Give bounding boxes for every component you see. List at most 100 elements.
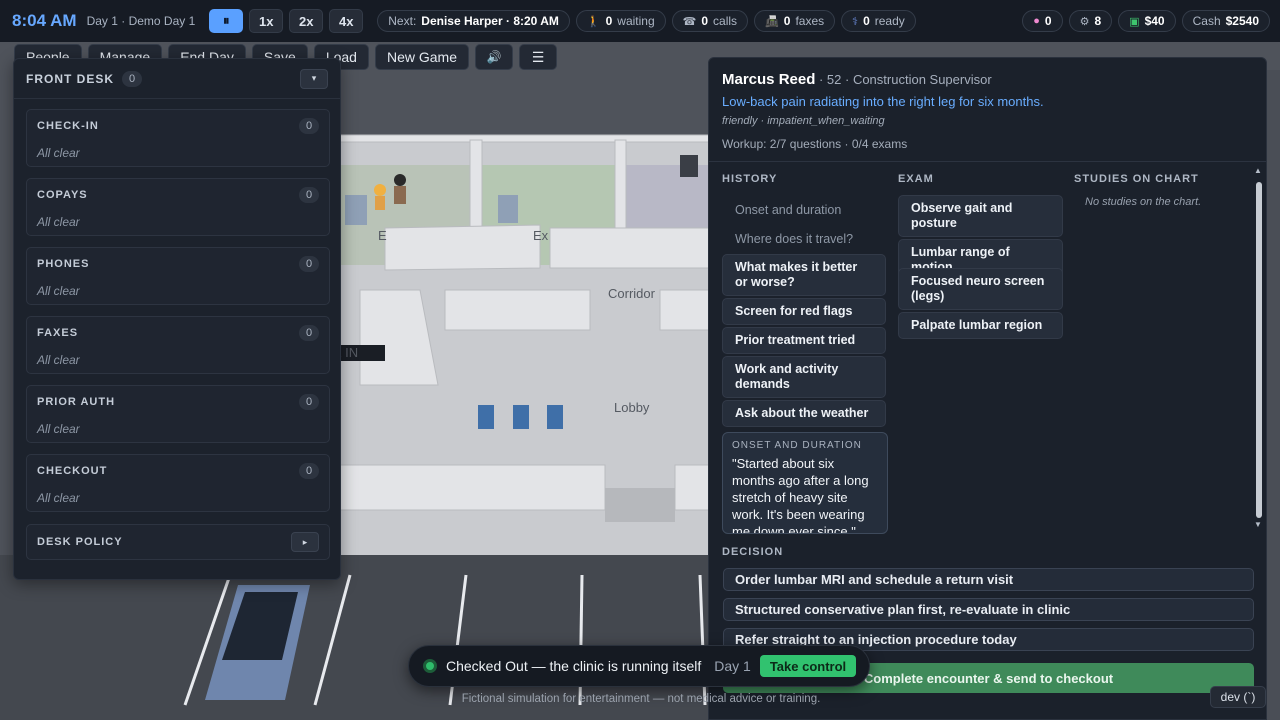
sound-button[interactable]: 🔊 bbox=[475, 44, 513, 70]
queue-empty-text: All clear bbox=[37, 491, 80, 505]
next-prefix: Next: bbox=[388, 14, 417, 28]
pause-button[interactable]: ⏸ bbox=[209, 9, 244, 33]
next-patient-name: Denise Harper · 8:20 AM bbox=[421, 14, 559, 28]
sound-icon: 🔊 bbox=[486, 50, 502, 64]
ready-icon: ⚕ bbox=[852, 15, 859, 28]
front-desk-panel: FRONT DESK 0 ▾ CHECK-IN 0 All clear COPAY… bbox=[13, 58, 341, 580]
expand-button[interactable]: ▸ bbox=[291, 532, 319, 552]
speed-1x-button[interactable]: 1x bbox=[249, 9, 284, 33]
queue-count: 0 bbox=[299, 463, 319, 479]
queue-phones[interactable]: PHONES 0 All clear bbox=[26, 247, 330, 305]
scrollbar[interactable]: ▲ ▼ bbox=[1254, 164, 1264, 534]
faxes-count: 0 bbox=[783, 14, 791, 28]
history-question[interactable]: Work and activity demands bbox=[722, 356, 886, 398]
faxes-label: faxes bbox=[795, 14, 825, 28]
gear-pill[interactable]: ⚙ 8 bbox=[1068, 10, 1113, 32]
exam-option[interactable]: Observe gait and posture bbox=[898, 195, 1063, 237]
history-question[interactable]: Prior treatment tried bbox=[722, 327, 886, 354]
front-desk-header: FRONT DESK 0 ▾ bbox=[14, 59, 340, 99]
queue-empty-text: All clear bbox=[37, 284, 80, 298]
calls-pill[interactable]: ☎ 0 calls bbox=[671, 10, 749, 32]
queue-title: COPAYS bbox=[37, 189, 88, 201]
brain-pill[interactable]: ● 0 bbox=[1022, 10, 1063, 32]
gear-count: 8 bbox=[1094, 14, 1102, 28]
brain-icon: ● bbox=[1033, 15, 1040, 27]
exam-heading: EXAM bbox=[898, 173, 934, 185]
queue-empty-text: All clear bbox=[37, 353, 80, 367]
queue-empty-text: All clear bbox=[37, 422, 80, 436]
answer-card: ONSET AND DURATION "Started about six mo… bbox=[722, 432, 888, 534]
hamburger-icon: ☰ bbox=[531, 48, 545, 65]
desk-policy[interactable]: DESK POLICY ▸ bbox=[26, 524, 330, 560]
queue-count: 0 bbox=[299, 394, 319, 410]
queue-title: PHONES bbox=[37, 258, 90, 270]
cash-label: Cash bbox=[1192, 14, 1221, 28]
pause-icon: ⏸ bbox=[223, 13, 230, 28]
exam-option[interactable]: Palpate lumbar region bbox=[898, 312, 1063, 339]
divider bbox=[709, 161, 1266, 162]
studies-heading: STUDIES ON CHART bbox=[1074, 173, 1199, 185]
game-clock: 8:04 AM bbox=[12, 11, 77, 30]
waiting-pill[interactable]: 🚶 0 waiting bbox=[575, 10, 666, 32]
queue-count: 0 bbox=[299, 325, 319, 341]
status-toast: Checked Out — the clinic is running itse… bbox=[408, 645, 870, 687]
hamburger-button[interactable]: ☰ bbox=[519, 44, 557, 70]
history-question-asked[interactable]: Where does it travel? bbox=[722, 226, 886, 253]
disclaimer: Fictional simulation for entertainment —… bbox=[461, 693, 821, 705]
answer-text: "Started about six months ago after a lo… bbox=[732, 456, 869, 534]
scroll-up-icon[interactable]: ▲ bbox=[1254, 166, 1262, 175]
no-studies-text: No studies on the chart. bbox=[1085, 196, 1202, 208]
queue-count: 0 bbox=[299, 118, 319, 134]
speed-4x-button[interactable]: 4x bbox=[329, 9, 364, 33]
history-question[interactable]: What makes it better or worse? bbox=[722, 254, 886, 296]
next-patient-pill[interactable]: Next: Denise Harper · 8:20 AM bbox=[377, 10, 570, 32]
exam-option[interactable]: Focused neuro screen (legs) bbox=[898, 268, 1063, 310]
ready-label: ready bbox=[874, 14, 905, 28]
front-desk-title: FRONT DESK bbox=[26, 71, 114, 86]
queue-check-in[interactable]: CHECK-IN 0 All clear bbox=[26, 109, 330, 167]
gear-icon: ⚙ bbox=[1079, 15, 1090, 28]
faxes-pill[interactable]: 📠 0 faxes bbox=[754, 10, 836, 32]
fax-icon: 📠 bbox=[765, 15, 779, 28]
answer-title: ONSET AND DURATION bbox=[732, 440, 862, 451]
queue-title: CHECK-IN bbox=[37, 120, 99, 132]
chevron-right-icon: ▸ bbox=[302, 536, 308, 547]
money-pill[interactable]: ▣ $40 bbox=[1118, 10, 1176, 32]
history-question[interactable]: Ask about the weather bbox=[722, 400, 886, 427]
patient-meta: · 52 · Construction Supervisor bbox=[815, 72, 992, 87]
collapse-button[interactable]: ▾ bbox=[300, 68, 328, 89]
queue-prior-auth[interactable]: PRIOR AUTH 0 All clear bbox=[26, 385, 330, 443]
cash-pill[interactable]: Cash $2540 bbox=[1181, 10, 1270, 32]
phone-icon: ☎ bbox=[682, 15, 697, 28]
patient-panel: Marcus Reed · 52 · Construction Supervis… bbox=[708, 57, 1267, 720]
waiting-count: 0 bbox=[605, 14, 613, 28]
money-count: $40 bbox=[1144, 14, 1165, 28]
ready-pill[interactable]: ⚕ 0 ready bbox=[841, 10, 916, 32]
history-question-asked[interactable]: Onset and duration bbox=[722, 197, 886, 224]
queue-copays[interactable]: COPAYS 0 All clear bbox=[26, 178, 330, 236]
corridor-label: Corridor bbox=[608, 286, 656, 301]
new-game-button[interactable]: New Game bbox=[374, 44, 469, 70]
queue-count: 0 bbox=[299, 256, 319, 272]
front-desk-count: 0 bbox=[122, 70, 142, 87]
decision-option[interactable]: Structured conservative plan first, re-e… bbox=[723, 598, 1254, 621]
queue-empty-text: All clear bbox=[37, 215, 80, 229]
queue-checkout[interactable]: CHECKOUT 0 All clear bbox=[26, 454, 330, 512]
ready-count: 0 bbox=[863, 14, 870, 28]
history-heading: HISTORY bbox=[722, 173, 778, 185]
lobby-floor-patch bbox=[605, 488, 675, 522]
history-question[interactable]: Screen for red flags bbox=[722, 298, 886, 325]
patient-header: Marcus Reed · 52 · Construction Supervis… bbox=[722, 71, 992, 88]
take-control-button[interactable]: Take control bbox=[759, 655, 857, 677]
toast-day: Day 1 bbox=[714, 658, 751, 674]
cash-value: $2540 bbox=[1225, 14, 1259, 28]
dev-button[interactable]: dev (`) bbox=[1210, 686, 1266, 708]
scroll-down-icon[interactable]: ▼ bbox=[1254, 520, 1262, 529]
decision-option[interactable]: Order lumbar MRI and schedule a return v… bbox=[723, 568, 1254, 591]
chief-complaint: Low-back pain radiating into the right l… bbox=[722, 94, 1044, 109]
scroll-thumb[interactable] bbox=[1256, 182, 1262, 518]
patient-traits: friendly · impatient_when_waiting bbox=[722, 115, 885, 127]
queue-faxes[interactable]: FAXES 0 All clear bbox=[26, 316, 330, 374]
speed-2x-button[interactable]: 2x bbox=[289, 9, 324, 33]
status-dot-icon bbox=[423, 659, 437, 673]
